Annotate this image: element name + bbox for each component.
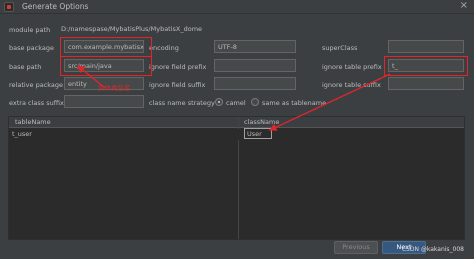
super-class-input[interactable] xyxy=(388,40,464,53)
table-mapping: tableName className t_user User xyxy=(8,116,465,240)
strategy-same-as-tablename-radio[interactable] xyxy=(251,98,259,106)
ignore-field-suffix-label: ignore field suffix xyxy=(149,81,206,89)
app-icon xyxy=(4,2,14,12)
encoding-label: encoding xyxy=(149,44,179,52)
column-header-classname[interactable]: className xyxy=(244,118,279,126)
base-package-label: base package xyxy=(9,44,55,52)
strategy-camel-radio[interactable] xyxy=(215,98,223,106)
super-class-label: superClass xyxy=(322,44,358,52)
ignore-table-suffix-input[interactable] xyxy=(388,77,464,90)
extra-class-suffix-label: extra class suffix xyxy=(9,99,64,107)
class-name-strategy-label: class name strategy xyxy=(149,99,215,107)
watermark: CSDN @kakanis_008 xyxy=(401,246,464,253)
close-icon[interactable]: × xyxy=(460,0,468,12)
extra-class-suffix-input[interactable] xyxy=(64,95,144,108)
cell-tablename: t_user xyxy=(12,130,32,138)
ignore-field-prefix-label: ignore field prefix xyxy=(149,63,207,71)
base-path-label: base path xyxy=(9,63,42,71)
encoding-input[interactable]: UTF-8 xyxy=(214,40,296,53)
ignore-table-prefix-label: ignore table prefix xyxy=(322,63,382,71)
strategy-same-as-tablename-label: same as tablename xyxy=(262,99,327,107)
classname-cell-editor[interactable] xyxy=(244,128,272,139)
ignore-field-prefix-input[interactable] xyxy=(214,59,296,72)
annotation-text: 实体类包名 xyxy=(98,84,131,92)
module-path-label: module path xyxy=(9,26,51,34)
strategy-camel-label: camel xyxy=(226,99,246,107)
ignore-table-prefix-input[interactable]: t_ xyxy=(388,59,464,72)
ignore-table-suffix-label: ignore table suffix xyxy=(322,81,381,89)
title-bar: Generate Options × xyxy=(0,0,474,14)
base-package-input[interactable]: com.example.mybatisx xyxy=(64,40,144,53)
module-path-value: D:/namespase/MybatisPlus/MybatisX_dome xyxy=(57,22,464,35)
ignore-field-suffix-input[interactable] xyxy=(214,77,296,90)
previous-button[interactable]: Previous xyxy=(334,241,378,254)
table-row[interactable]: t_user User xyxy=(9,129,464,140)
relative-package-label: relative package xyxy=(9,81,64,89)
table-header: tableName className xyxy=(9,117,464,128)
window-title: Generate Options xyxy=(22,2,89,11)
column-header-tablename[interactable]: tableName xyxy=(15,118,51,126)
base-path-input[interactable]: src/main/java xyxy=(64,59,144,72)
